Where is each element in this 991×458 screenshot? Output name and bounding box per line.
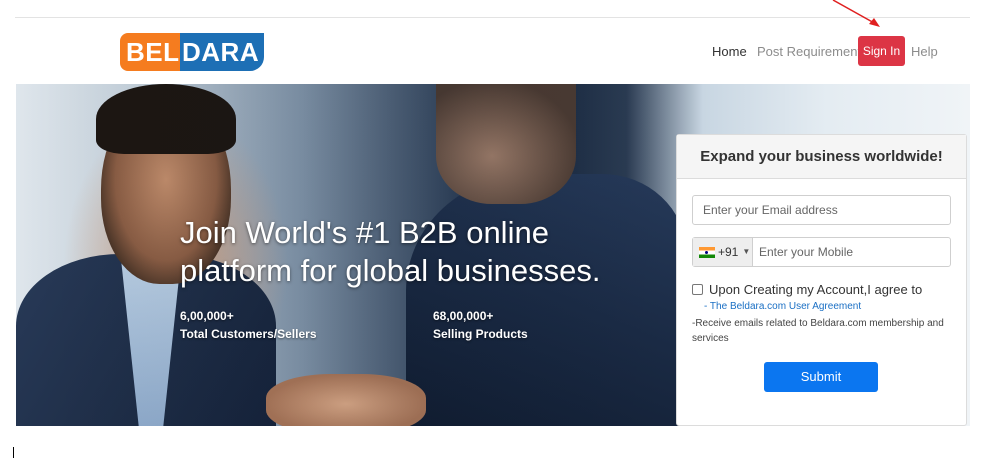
- stat-customers: 6,00,000+ Total Customers/Sellers: [180, 307, 317, 343]
- caret-down-icon: ▼: [742, 247, 751, 256]
- stat-customers-value: 6,00,000+: [180, 309, 234, 323]
- nav-post-requirement-link[interactable]: Post Requirement: [757, 37, 861, 67]
- country-code-select[interactable]: +91 ▼: [693, 238, 753, 266]
- mobile-field: +91 ▼ Enter your Mobile: [692, 237, 951, 267]
- text-cursor: [13, 447, 14, 458]
- emails-note: -Receive emails related to Beldara.com m…: [692, 318, 944, 344]
- beldara-logo[interactable]: BEL DARA: [120, 33, 264, 71]
- sign-in-button[interactable]: Sign In: [858, 36, 905, 66]
- stat-products: 68,00,000+ Selling Products: [433, 307, 528, 343]
- signup-card-title: Expand your business worldwide!: [677, 135, 966, 179]
- signup-card: Expand your business worldwide! Enter yo…: [676, 134, 967, 426]
- agree-label: Upon Creating my Account,I agree to: [709, 282, 923, 297]
- country-code-value: +91: [718, 245, 739, 259]
- logo-part-bel: BEL: [120, 33, 180, 71]
- stat-customers-label: Total Customers/Sellers: [180, 327, 317, 341]
- agree-row: Upon Creating my Account,I agree to: [692, 282, 922, 297]
- top-divider: [15, 17, 970, 18]
- email-input[interactable]: Enter your Email address: [692, 195, 951, 225]
- india-flag-icon: [699, 246, 715, 258]
- hero-headline: Join World's #1 B2B online platform for …: [180, 215, 601, 288]
- nav-help-link[interactable]: Help: [911, 37, 938, 67]
- stat-products-value: 68,00,000+: [433, 309, 494, 323]
- logo-part-dara: DARA: [180, 33, 264, 71]
- nav-home-link[interactable]: Home: [712, 37, 747, 67]
- annotation-arrow-icon: [832, 0, 880, 27]
- mobile-input[interactable]: Enter your Mobile: [753, 238, 853, 266]
- submit-button[interactable]: Submit: [764, 362, 878, 392]
- stat-products-label: Selling Products: [433, 327, 528, 341]
- agree-checkbox[interactable]: [692, 284, 703, 295]
- user-agreement-link[interactable]: - The Beldara.com User Agreement: [704, 301, 861, 312]
